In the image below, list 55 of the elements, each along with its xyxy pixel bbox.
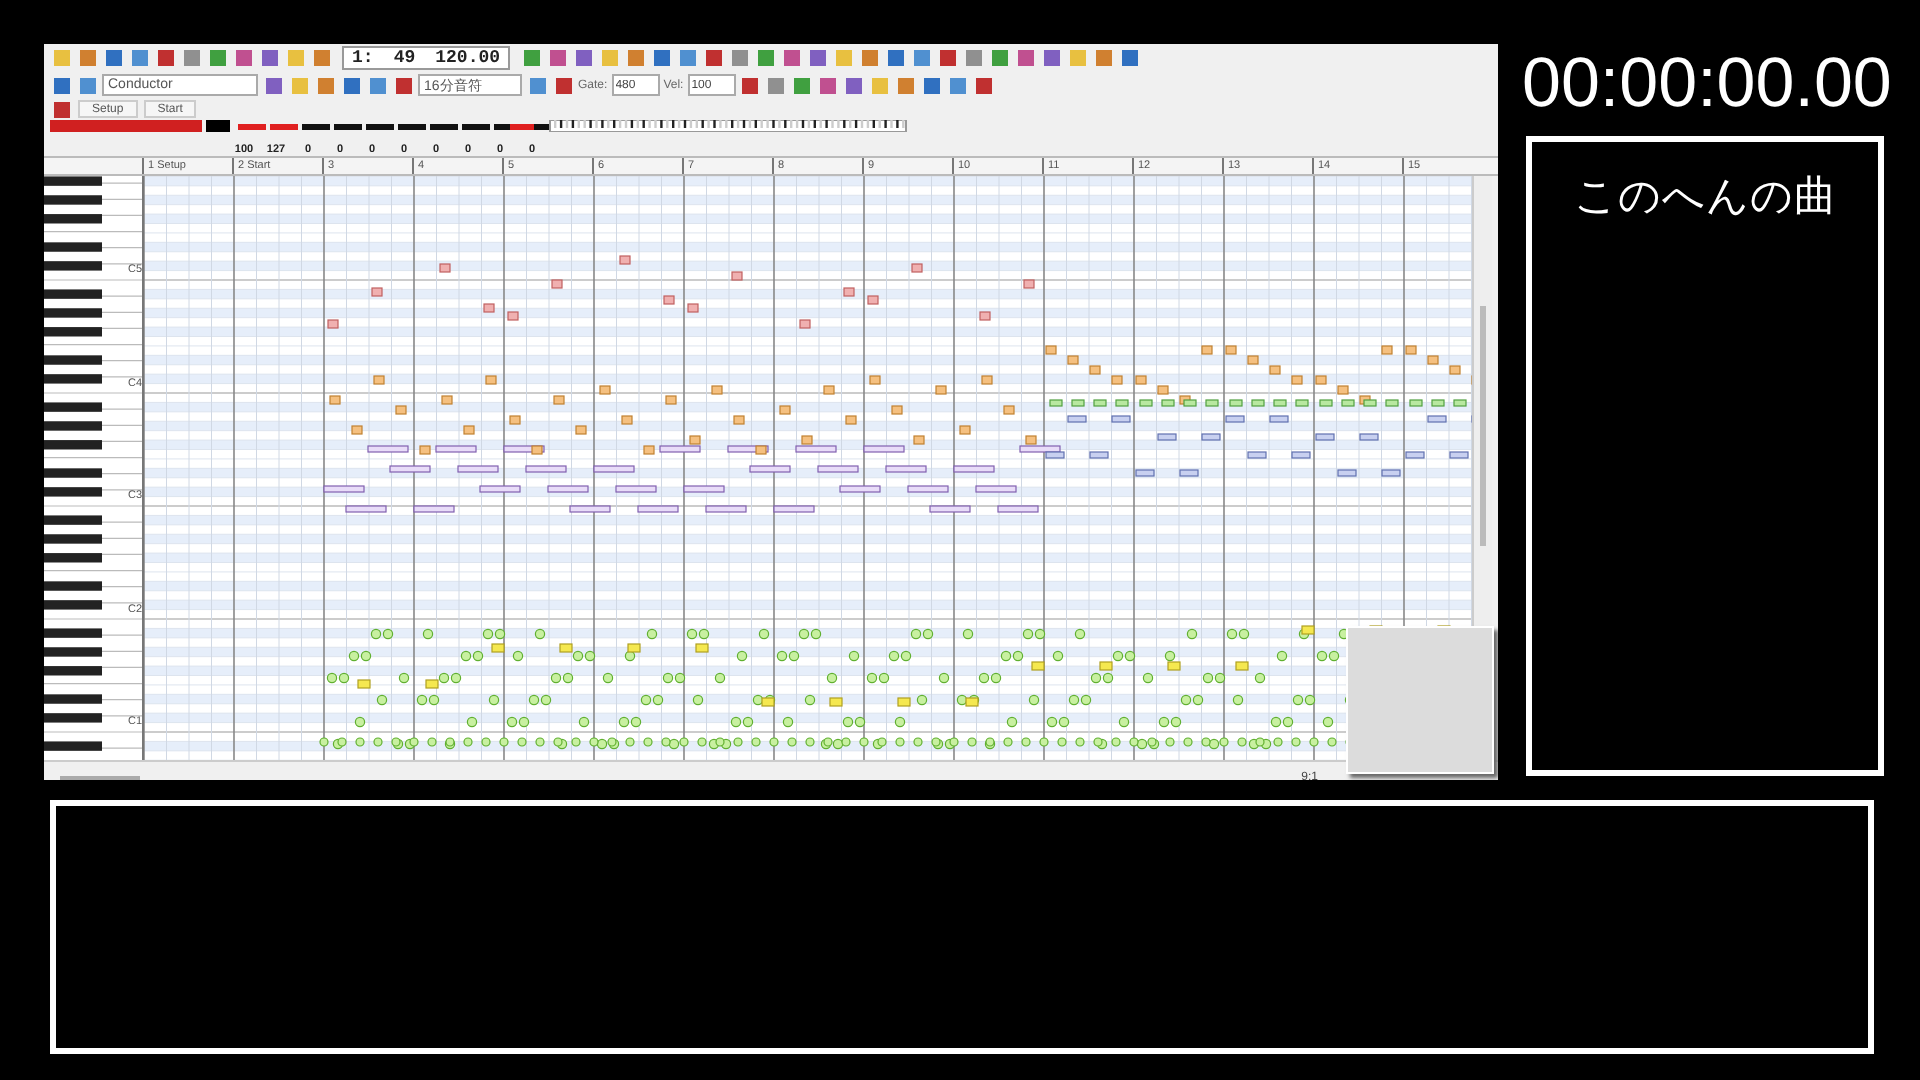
tool-button[interactable] — [843, 74, 866, 96]
tool-button[interactable] — [314, 74, 336, 96]
tool-button[interactable] — [947, 74, 970, 96]
tool-button[interactable] — [340, 74, 362, 96]
tool-button[interactable] — [791, 74, 814, 96]
tool-button[interactable] — [973, 74, 996, 96]
tool-button[interactable] — [936, 47, 959, 69]
tool-button[interactable] — [392, 74, 414, 96]
tool-button[interactable] — [739, 74, 762, 96]
tool-button[interactable] — [988, 47, 1011, 69]
tool-button[interactable] — [572, 47, 595, 69]
tool-button[interactable] — [206, 47, 228, 69]
measure-text: 1: — [352, 48, 374, 68]
tool-button[interactable] — [962, 47, 985, 69]
tool-button[interactable] — [180, 47, 202, 69]
tool-button[interactable] — [910, 47, 933, 69]
tool-button[interactable] — [806, 47, 829, 69]
timer-text: 00:00:00.00 — [1522, 44, 1892, 122]
tool-button[interactable] — [50, 98, 72, 120]
tool-button[interactable] — [884, 47, 907, 69]
tool-button[interactable] — [728, 47, 751, 69]
tool-button[interactable] — [128, 47, 150, 69]
tool-button[interactable] — [232, 47, 254, 69]
tool-button[interactable] — [552, 74, 574, 96]
song-title: このへんの曲 — [1574, 170, 1836, 220]
tool-button[interactable] — [624, 47, 647, 69]
tool-button[interactable] — [1092, 47, 1115, 69]
tool-button[interactable] — [258, 47, 280, 69]
tool-button[interactable] — [310, 47, 332, 69]
tool-button[interactable] — [76, 74, 98, 96]
tool-button[interactable] — [76, 47, 98, 69]
tool-button[interactable] — [754, 47, 777, 69]
tool-button[interactable] — [546, 47, 569, 69]
tick-text: 49 — [393, 48, 416, 68]
tool-button[interactable] — [702, 47, 725, 69]
tempo-text: 120.00 — [435, 48, 501, 68]
tool-button[interactable] — [102, 47, 124, 69]
tool-button[interactable] — [676, 47, 699, 69]
tool-button[interactable] — [526, 74, 548, 96]
tool-button[interactable] — [650, 47, 673, 69]
tool-button[interactable] — [154, 47, 176, 69]
horizontal-scrollbar[interactable] — [60, 776, 140, 780]
tool-button[interactable] — [921, 74, 944, 96]
tool-button[interactable] — [520, 47, 543, 69]
tool-button[interactable] — [262, 74, 284, 96]
tool-button[interactable] — [780, 47, 803, 69]
tool-button[interactable] — [1040, 47, 1063, 69]
tool-button[interactable] — [366, 74, 388, 96]
tool-button[interactable] — [1118, 47, 1141, 69]
tool-button[interactable] — [50, 74, 72, 96]
tool-button[interactable] — [1014, 47, 1037, 69]
tool-button[interactable] — [765, 74, 788, 96]
tool-button[interactable] — [858, 47, 881, 69]
tool-button[interactable] — [817, 74, 840, 96]
tool-button[interactable] — [895, 74, 918, 96]
